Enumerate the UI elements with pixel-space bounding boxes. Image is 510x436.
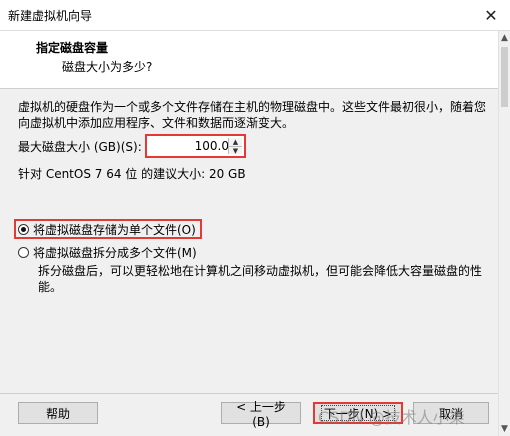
next-button[interactable]: 下一步(N) >: [313, 402, 403, 424]
window-title: 新建虚拟机向导: [8, 9, 93, 23]
help-button[interactable]: 帮助: [18, 402, 98, 424]
decrement-icon[interactable]: ▼: [229, 146, 242, 155]
new-vm-wizard-window: 新建虚拟机向导 ✕ 指定磁盘容量 磁盘大小为多少? ▲ ▼ 虚拟机的硬盘作为一个…: [0, 0, 510, 436]
recommended-size: 针对 CentOS 7 64 位 的建议大小: 20 GB: [18, 167, 246, 181]
back-button[interactable]: < 上一步(B): [221, 400, 301, 429]
single-file-label: 将虚拟磁盘存储为单个文件(O): [33, 222, 196, 237]
single-file-option[interactable]: 将虚拟磁盘存储为单个文件(O): [14, 219, 202, 239]
close-icon[interactable]: ✕: [472, 0, 510, 31]
radio-unselected-icon[interactable]: [18, 246, 29, 258]
disk-size-label: 最大磁盘大小 (GB)(S):: [18, 140, 142, 154]
vertical-scrollbar[interactable]: ▲ ▼: [498, 31, 510, 436]
disk-size-input[interactable]: [149, 138, 231, 154]
multi-file-label: 将虚拟磁盘拆分成多个文件(M): [33, 245, 197, 260]
title-bar: 新建虚拟机向导 ✕: [0, 0, 510, 31]
footer-divider: [0, 393, 498, 394]
page-subtitle: 磁盘大小为多少?: [62, 60, 153, 74]
disk-size-stepper: ▲ ▼: [145, 134, 246, 158]
scroll-down-icon[interactable]: ▼: [499, 424, 510, 434]
cancel-button[interactable]: 取消: [413, 402, 489, 424]
disk-description: 虚拟机的硬盘作为一个或多个文件存储在主机的物理磁盘中。这些文件最初很小，随着您向…: [18, 100, 487, 130]
stepper-buttons: ▲ ▼: [228, 138, 242, 155]
scroll-up-icon[interactable]: ▲: [499, 33, 510, 43]
increment-icon[interactable]: ▲: [229, 138, 242, 146]
multi-file-option[interactable]: 将虚拟磁盘拆分成多个文件(M): [18, 243, 197, 261]
next-button-label: 下一步(N) >: [321, 405, 395, 421]
wizard-header: 指定磁盘容量 磁盘大小为多少?: [0, 31, 498, 89]
multi-file-description: 拆分磁盘后，可以更轻松地在计算机之间移动虚拟机，但可能会降低大容量磁盘的性能。: [38, 264, 483, 294]
scroll-thumb[interactable]: [501, 47, 508, 107]
radio-selected-icon[interactable]: [18, 223, 29, 235]
page-title: 指定磁盘容量: [36, 41, 109, 55]
